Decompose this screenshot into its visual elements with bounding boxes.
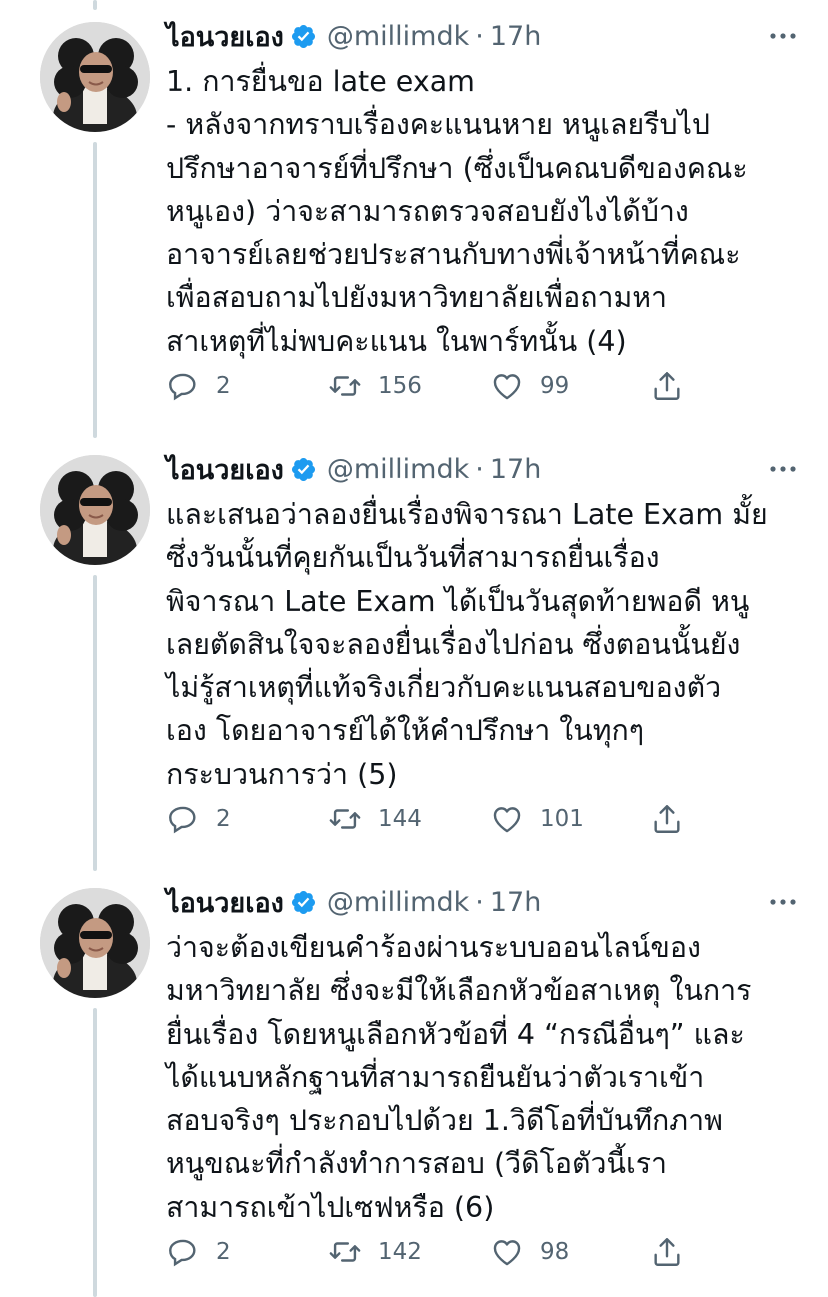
timestamp[interactable]: 17h — [490, 454, 541, 485]
tweet-text-line: ได้แนบหลักฐานที่สามารถยืนยันว่าตัวเราเข้… — [166, 1060, 705, 1094]
avatar[interactable] — [40, 22, 150, 132]
retweet-count: 156 — [378, 373, 422, 399]
verified-badge-icon — [290, 23, 317, 50]
retweet-button[interactable]: 156 — [328, 366, 422, 406]
tweet-text-line: ไม่รู้สาเหตุที่แท้จริงเกี่ยวกับคะแนนสอบข… — [166, 671, 722, 705]
like-button[interactable]: 98 — [490, 1232, 569, 1272]
reply-icon — [169, 373, 196, 401]
tweet-text-line: กระบวนการว่า (5) — [166, 757, 398, 791]
more-options-icon[interactable] — [768, 890, 798, 914]
tweet[interactable]: ไอนวยเอง @millimdk · 17h 1. การยื่นขอ la… — [0, 0, 828, 440]
like-button[interactable]: 99 — [490, 366, 569, 406]
tweet-header: ไอนวยเอง @millimdk · 17h — [166, 16, 798, 56]
avatar[interactable] — [40, 888, 150, 998]
tweet[interactable]: ไอนวยเอง @millimdk · 17h ว่าจะต้องเขียนค… — [0, 866, 828, 1297]
tweet-text-line: เพื่อสอบถามไปยังมหาวิทยาลัยเพื่อถามหา — [166, 281, 668, 315]
reply-button[interactable]: 2 — [166, 799, 231, 839]
author-name[interactable]: ไอนวยเอง — [166, 448, 284, 491]
tweet-header: ไอนวยเอง @millimdk · 17h — [166, 449, 798, 489]
share-button[interactable] — [650, 366, 684, 406]
tweet-text-line: สอบจริงๆ ประกอบไปด้วย 1.วิดีโอที่บันทึกภ… — [166, 1104, 723, 1138]
tweet-text-line: พิจารณา Late Exam ได้เป็นวันสุดท้ายพอดี … — [166, 584, 750, 618]
tweet-text: และเสนอว่าลองยื่นเรื่องพิจารณา Late Exam… — [166, 493, 806, 796]
tweet-header: ไอนวยเอง @millimdk · 17h — [166, 882, 798, 922]
retweet-count: 144 — [378, 806, 422, 832]
like-count: 98 — [540, 1239, 570, 1265]
share-icon — [654, 805, 680, 833]
verified-badge-icon — [290, 889, 317, 916]
tweet-text-line: ยื่นเรื่อง โดยหนูเลือกหัวข้อที่ 4 “กรณีอ… — [166, 1017, 745, 1051]
tweet-text-line: ว่าจะต้องเขียนคำร้องผ่านระบบออนไลน์ของ — [166, 931, 701, 964]
share-button[interactable] — [650, 799, 684, 839]
tweet-actions: 2 142 98 — [166, 1232, 688, 1272]
reply-count: 2 — [216, 806, 231, 832]
tweet-text: 1. การยื่นขอ late exam - หลังจากทราบเรื่… — [166, 60, 806, 363]
tweet[interactable]: ไอนวยเอง @millimdk · 17h และเสนอว่าลองยื… — [0, 433, 828, 866]
author-name[interactable]: ไอนวยเอง — [166, 15, 284, 58]
share-icon — [654, 1238, 680, 1266]
tweet-text-line: หนูเอง) ว่าจะสามารถตรวจสอบยังไงได้บ้าง — [166, 194, 689, 228]
author-handle[interactable]: @millimdk — [327, 454, 469, 485]
retweet-button[interactable]: 144 — [328, 799, 422, 839]
author-handle[interactable]: @millimdk — [327, 887, 469, 918]
like-icon — [493, 374, 521, 400]
tweet-text-line: อาจารย์เลยช่วยประสานกับทางพี่เจ้าหน้าที่… — [166, 238, 741, 272]
tweet-text-line: สามารถเข้าไปเซฟหรือ (6) — [166, 1190, 495, 1224]
share-button[interactable] — [650, 1232, 684, 1272]
separator-dot: · — [475, 20, 484, 52]
reply-button[interactable]: 2 — [166, 1232, 231, 1272]
like-icon — [493, 807, 521, 833]
separator-dot: · — [475, 886, 484, 918]
tweet-text: ว่าจะต้องเขียนคำร้องผ่านระบบออนไลน์ของ ม… — [166, 926, 806, 1229]
tweet-text-line: และเสนอว่าลองยื่นเรื่องพิจารณา Late Exam… — [166, 498, 768, 531]
tweet-text-line: สาเหตุที่ไม่พบคะแนน ในพาร์ทนั้น (4) — [166, 324, 627, 358]
tweet-actions: 2 144 101 — [166, 799, 688, 839]
retweet-count: 142 — [378, 1239, 422, 1265]
avatar[interactable] — [40, 455, 150, 565]
retweet-icon — [329, 809, 361, 829]
retweet-icon — [329, 1242, 361, 1262]
tweet-text-line: ซึ่งวันนั้นที่คุยกันเป็นวันที่สามารถยื่น… — [166, 541, 660, 575]
tweet-text-line: หนูขณะที่กำลังทำการสอบ (วีดิโอตัวนี้เรา — [166, 1147, 668, 1181]
more-options-icon[interactable] — [768, 457, 798, 481]
like-icon — [493, 1240, 521, 1266]
tweet-text-line: เลยตัดสินใจจะลองยื่นเรื่องไปก่อน ซึ่งตอน… — [166, 627, 741, 661]
reply-icon — [169, 1239, 196, 1267]
timestamp[interactable]: 17h — [490, 21, 541, 52]
like-button[interactable]: 101 — [490, 799, 584, 839]
more-options-icon[interactable] — [768, 24, 798, 48]
reply-button[interactable]: 2 — [166, 366, 231, 406]
tweet-actions: 2 156 99 — [166, 366, 688, 406]
reply-count: 2 — [216, 1239, 231, 1265]
tweet-text-line: มหาวิทยาลัย ซึ่งจะมีให้เลือกหัวข้อสาเหตุ… — [166, 974, 752, 1008]
author-handle[interactable]: @millimdk — [327, 21, 469, 52]
retweet-icon — [329, 376, 361, 396]
tweet-text-line: ปรึกษาอาจารย์ที่ปรึกษา (ซึ่งเป็นคณบดีของ… — [166, 151, 748, 185]
tweet-text-line: เอง โดยอาจารย์ได้ให้คำปรึกษา ในทุกๆ — [166, 714, 645, 748]
reply-icon — [169, 806, 196, 834]
like-count: 99 — [540, 373, 570, 399]
like-count: 101 — [540, 806, 584, 832]
share-icon — [654, 372, 680, 400]
timestamp[interactable]: 17h — [490, 887, 541, 918]
verified-badge-icon — [290, 456, 317, 483]
reply-count: 2 — [216, 373, 231, 399]
retweet-button[interactable]: 142 — [328, 1232, 422, 1272]
tweet-text-line: - หลังจากทราบเรื่องคะแนนหาย หนูเลยรีบไป — [166, 108, 710, 142]
author-name[interactable]: ไอนวยเอง — [166, 881, 284, 924]
tweet-text-line: 1. การยื่นขอ late exam — [166, 65, 475, 98]
separator-dot: · — [475, 453, 484, 485]
